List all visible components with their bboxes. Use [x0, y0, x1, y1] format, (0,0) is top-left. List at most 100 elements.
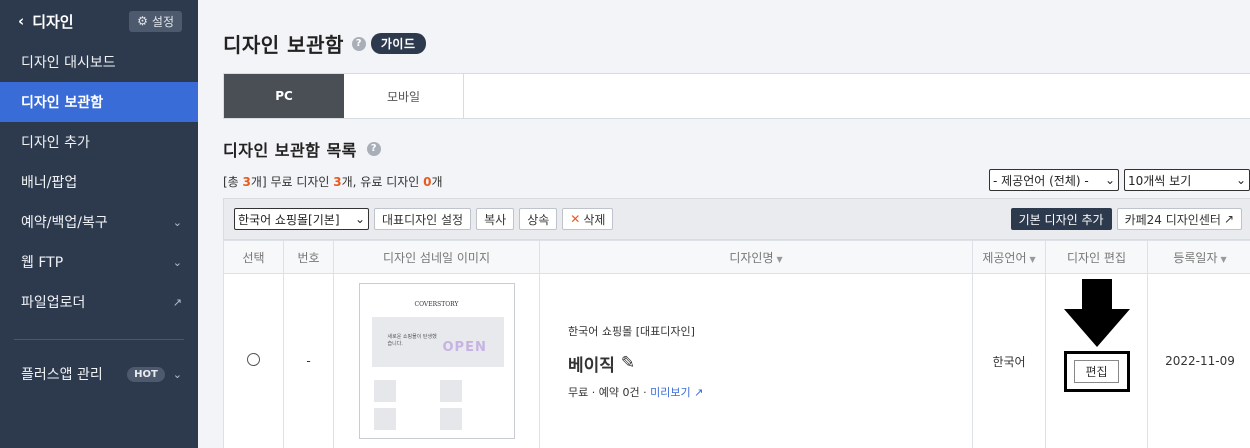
chevron-down-icon: ⌄ [172, 367, 182, 381]
table-row: - COVERSTORY 새로운 쇼핑몰이 탄생했습니다. OPEN 한국어 쇼… [223, 273, 1250, 448]
summary-text: 개, 유료 디자인 [341, 175, 424, 189]
sidebar-item-banner-popup[interactable]: 배너/팝업 [0, 162, 198, 202]
sidebar-item-design-storage[interactable]: 디자인 보관함 [0, 82, 198, 122]
preview-label: 미리보기 [650, 385, 691, 399]
sidebar-item-file-uploader[interactable]: 파일업로더 ↗ [0, 282, 198, 322]
sidebar-item-label: 디자인 보관함 [21, 95, 104, 111]
number-cell: - [283, 273, 334, 448]
external-link-icon: ↗ [172, 295, 182, 309]
summary-text: [총 [223, 175, 243, 189]
col-design-edit: 디자인 편집 [1045, 240, 1148, 274]
thumbnail-brand: COVERSTORY [414, 301, 459, 308]
pencil-icon[interactable]: ✎ [621, 353, 635, 373]
language-select[interactable]: - 제공언어 (전체) - ⌄ [989, 169, 1119, 191]
sidebar-item-add-design[interactable]: 디자인 추가 [0, 122, 198, 162]
edit-cell: 편집 [1045, 273, 1148, 448]
cafe24-center-label: 카페24 디자인센터 [1124, 212, 1221, 227]
total-count: 3 [242, 175, 251, 189]
help-icon[interactable]: ? [351, 36, 366, 51]
sidebar-item-label: 디자인 추가 [21, 135, 90, 151]
help-icon[interactable]: ? [366, 142, 381, 156]
inherit-button[interactable]: 상속 [519, 208, 558, 230]
thumbnail-hero-text: 새로운 쇼핑몰이 탄생했습니다. [387, 334, 437, 347]
arrow-down-icon [1063, 278, 1130, 347]
tab-pc[interactable]: PC [224, 74, 344, 118]
add-basic-design-button[interactable]: 기본 디자인 추가 [1010, 208, 1112, 230]
design-name-cell: 한국어 쇼핑몰 [대표디자인] 베이직 ✎ 무료 · 예약 0건 · 미리보기 ↗ [539, 273, 973, 448]
edit-label: 편집 [1074, 359, 1119, 383]
settings-label: 설정 [151, 14, 174, 29]
col-language-label: 제공언어 [982, 250, 1027, 265]
table-header-row: 선택 번호 디자인 섬네일 이미지 디자인명 ▼ 제공언어 ▼ 디자인 편집 등록일… [223, 240, 1250, 274]
thumbnail-open-text: OPEN [442, 340, 487, 355]
page-title-text: 디자인 보관함 [223, 33, 344, 57]
external-link-icon: ↗ [694, 385, 704, 399]
design-count-summary: [총 3개] 무료 디자인 3개, 유료 디자인 0개 [223, 173, 443, 190]
platform-tabs: PC 모바일 [223, 73, 1250, 119]
delete-button[interactable]: ✕ 삭제 [562, 208, 614, 230]
set-default-design-button[interactable]: 대표디자인 설정 [374, 208, 472, 230]
list-filters: - 제공언어 (전체) - ⌄ 10개씩 보기 ⌄ [989, 169, 1250, 191]
delete-label: 삭제 [583, 212, 606, 227]
col-select: 선택 [223, 240, 284, 274]
sidebar: ‹ 디자인 ⚙ 설정 디자인 대시보드 디자인 보관함 디자인 추가 배너/팝업… [0, 0, 198, 448]
col-date-label: 등록일자 [1173, 250, 1218, 265]
sidebar-item-label: 플러스앱 관리 [21, 367, 103, 383]
sidebar-header: ‹ 디자인 ⚙ 설정 [0, 0, 198, 42]
sidebar-item-right: HOT ⌄ [127, 366, 182, 382]
sidebar-item-label: 디자인 대시보드 [21, 55, 116, 71]
col-date[interactable]: 등록일자 ▼ [1147, 240, 1250, 274]
chevron-down-icon: ⌄ [354, 212, 365, 226]
page-size-select[interactable]: 10개씩 보기 ⌄ [1124, 169, 1250, 191]
col-design-name-label: 디자인명 [729, 250, 774, 265]
design-info: 한국어 쇼핑몰 [대표디자인] 베이직 ✎ 무료 · 예약 0건 · 미리보기 ↗ [540, 323, 972, 400]
select-cell [223, 273, 284, 448]
list-title: 디자인 보관함 목록 ? [223, 137, 381, 161]
sidebar-item-label: 배너/팝업 [21, 175, 78, 191]
sidebar-back[interactable]: ‹ 디자인 [18, 11, 74, 32]
design-price: 무료 [568, 385, 589, 399]
sidebar-item-label: 파일업로더 [21, 295, 86, 311]
design-reservations: 예약 0건 [598, 385, 640, 399]
hot-badge: HOT [127, 366, 165, 382]
mall-select-value: 한국어 쇼핑몰[기본] [238, 212, 340, 227]
edit-wrap: 편집 [1063, 278, 1130, 392]
design-name: 베이직 ✎ [568, 351, 972, 376]
mall-select[interactable]: 한국어 쇼핑몰[기본] ⌄ [234, 208, 369, 230]
col-language[interactable]: 제공언어 ▼ [972, 240, 1046, 274]
sidebar-item-backup[interactable]: 예약/백업/복구 ⌄ [0, 202, 198, 242]
settings-button[interactable]: ⚙ 설정 [129, 10, 182, 32]
sidebar-item-web-ftp[interactable]: 웹 FTP ⌄ [0, 242, 198, 282]
design-meta: 무료 · 예약 0건 · 미리보기 ↗ [568, 385, 704, 399]
sidebar-item-label: 예약/백업/복구 [21, 215, 108, 231]
col-number: 번호 [283, 240, 334, 274]
paid-count: 0 [423, 175, 432, 189]
design-thumbnail[interactable]: COVERSTORY 새로운 쇼핑몰이 탄생했습니다. OPEN [358, 283, 515, 439]
close-icon: ✕ [570, 212, 581, 226]
design-name-text: 베이직 [568, 355, 615, 376]
thumbnail-block [373, 408, 396, 430]
cafe24-design-center-button[interactable]: 카페24 디자인센터 ↗ [1116, 208, 1242, 230]
guide-button[interactable]: 가이드 [370, 33, 426, 54]
edit-button[interactable]: 편집 [1063, 350, 1130, 392]
chevron-down-icon: ⌄ [172, 215, 182, 229]
thumbnail-cell: COVERSTORY 새로운 쇼핑몰이 탄생했습니다. OPEN [333, 273, 540, 448]
sidebar-divider [14, 339, 184, 340]
chevron-left-icon: ‹ [18, 12, 25, 30]
design-mall: 한국어 쇼핑몰 [대표디자인] [568, 324, 695, 338]
language-cell: 한국어 [972, 273, 1046, 448]
sidebar-item-label: 웹 FTP [21, 255, 64, 271]
row-select-radio[interactable] [247, 353, 260, 366]
sidebar-item-plus-app[interactable]: 플러스앱 관리 HOT ⌄ [0, 354, 198, 394]
thumbnail-block [439, 408, 462, 430]
sort-icon: ▼ [776, 254, 783, 264]
design-table: 선택 번호 디자인 섬네일 이미지 디자인명 ▼ 제공언어 ▼ 디자인 편집 등록일… [223, 240, 1250, 448]
sort-icon: ▼ [1220, 254, 1227, 264]
thumbnail-block [373, 380, 396, 402]
preview-link[interactable]: 미리보기 ↗ [650, 386, 703, 399]
sidebar-item-dashboard[interactable]: 디자인 대시보드 [0, 42, 198, 82]
main-content: 디자인 보관함 ? 가이드 PC 모바일 디자인 보관함 목록 ? [총 3개]… [198, 0, 1250, 448]
copy-button[interactable]: 복사 [476, 208, 515, 230]
col-design-name[interactable]: 디자인명 ▼ [539, 240, 973, 274]
tab-mobile[interactable]: 모바일 [344, 74, 464, 118]
